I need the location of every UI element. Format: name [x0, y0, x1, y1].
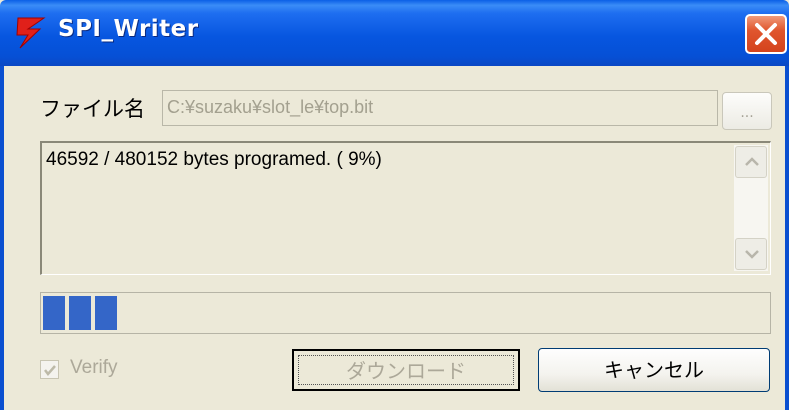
cancel-button[interactable]: キャンセル	[538, 348, 770, 392]
progress-log-text: 46592 / 480152 bytes programed. ( 9%)	[46, 149, 382, 170]
app-icon	[16, 17, 46, 49]
title-bar[interactable]: SPI_Writer	[0, 0, 789, 66]
close-icon	[755, 23, 777, 45]
chevron-down-icon	[745, 250, 759, 259]
window-border-left	[0, 66, 4, 410]
log-textarea[interactable]: 46592 / 480152 bytes programed. ( 9%)	[40, 141, 771, 275]
progress-bar	[40, 292, 771, 334]
verify-checkbox-box[interactable]	[40, 360, 59, 379]
close-button[interactable]	[745, 14, 787, 54]
log-scrollbar[interactable]	[734, 145, 768, 271]
window-border-right	[785, 66, 789, 410]
spi-writer-window: SPI_Writer ファイル名 C:¥suzaku¥slot_le¥top.b…	[0, 0, 789, 410]
download-button[interactable]: ダウンロード	[292, 349, 520, 391]
file-path-field[interactable]: C:¥suzaku¥slot_le¥top.bit	[162, 90, 718, 126]
scroll-down-button[interactable]	[735, 238, 767, 270]
verify-label: Verify	[70, 357, 118, 378]
scroll-up-button[interactable]	[735, 146, 767, 178]
chevron-up-icon	[745, 157, 759, 166]
file-name-label: ファイル名	[40, 97, 145, 121]
browse-button[interactable]: ...	[722, 92, 772, 130]
progress-bar-fill	[43, 296, 117, 330]
window-title: SPI_Writer	[58, 16, 199, 42]
checkmark-icon	[44, 365, 56, 376]
download-button-label: ダウンロード	[298, 355, 514, 385]
